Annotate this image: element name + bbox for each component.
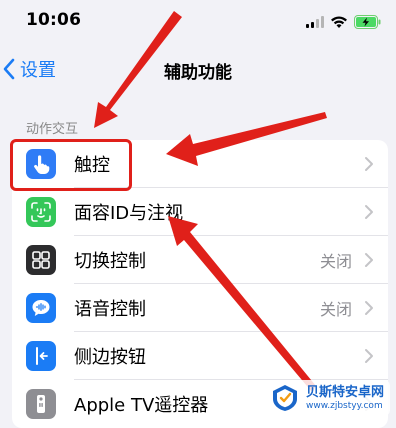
status-time: 10:06 bbox=[26, 10, 82, 30]
battery-charging-icon bbox=[354, 15, 381, 29]
chevron-right-icon bbox=[365, 205, 373, 219]
navigation-bar: 设置 辅助功能 bbox=[0, 44, 396, 94]
chevron-right-icon bbox=[365, 349, 373, 363]
wifi-icon bbox=[331, 16, 347, 28]
row-label-side-button: 侧边按钮 bbox=[74, 347, 146, 368]
status-icons bbox=[306, 12, 382, 32]
page-title: 辅助功能 bbox=[164, 63, 232, 83]
status-bar: 10:06 bbox=[0, 0, 396, 44]
settings-row-touch[interactable]: 触控 bbox=[12, 140, 388, 188]
watermark-url: www.zjbstyy.com bbox=[305, 400, 383, 411]
watermark: 贝斯特安卓网 www.zjbstyy.com bbox=[263, 380, 390, 416]
settings-row-side-button[interactable]: 侧边按钮 bbox=[12, 332, 388, 380]
side-button-icon bbox=[26, 341, 56, 371]
watermark-title: 贝斯特安卓网 bbox=[305, 384, 384, 400]
settings-row-switch-control[interactable]: 切换控制 关闭 bbox=[12, 236, 388, 284]
face-id-icon bbox=[26, 197, 56, 227]
watermark-logo-icon bbox=[272, 385, 297, 411]
chevron-right-icon bbox=[365, 253, 373, 267]
hand-tap-icon bbox=[26, 149, 56, 179]
chevron-right-icon bbox=[365, 301, 373, 315]
speech-bubble-icon bbox=[26, 293, 56, 323]
grid-icon bbox=[26, 245, 56, 275]
row-label-face-id: 面容ID与注视 bbox=[74, 203, 184, 224]
watermark-text: 贝斯特安卓网 www.zjbstyy.com bbox=[306, 385, 384, 412]
row-value-switch-control: 关闭 bbox=[319, 252, 352, 271]
remote-icon bbox=[26, 389, 56, 419]
settings-row-face-id[interactable]: 面容ID与注视 bbox=[12, 188, 388, 236]
cellular-signal-icon bbox=[306, 16, 324, 28]
chevron-right-icon bbox=[365, 157, 373, 171]
settings-row-voice-control[interactable]: 语音控制 关闭 bbox=[12, 284, 388, 332]
row-label-apple-tv-remote: Apple TV遥控器 bbox=[74, 395, 209, 416]
row-label-touch: 触控 bbox=[74, 155, 110, 176]
row-label-switch-control: 切换控制 bbox=[74, 251, 146, 272]
section-header: 动作交互 bbox=[26, 122, 79, 137]
row-label-voice-control: 语音控制 bbox=[74, 299, 146, 320]
row-value-voice-control: 关闭 bbox=[319, 300, 352, 319]
